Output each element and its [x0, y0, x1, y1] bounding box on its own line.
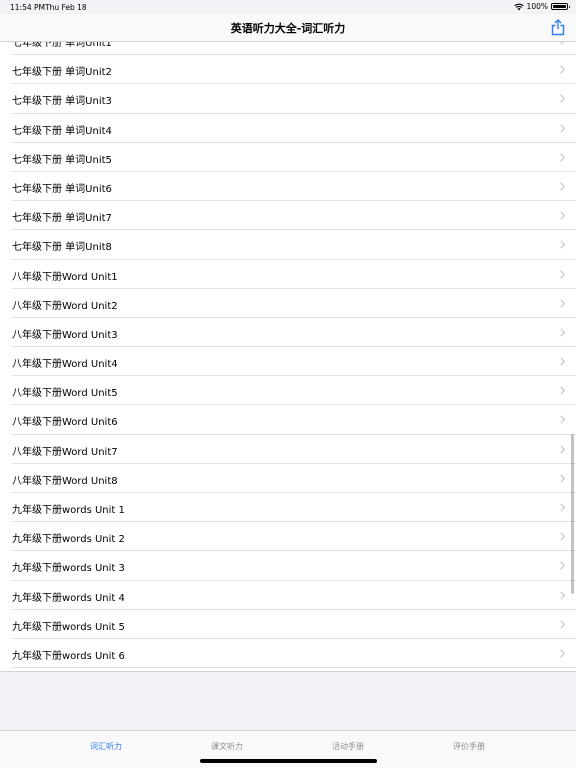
- chevron-right-icon: [560, 211, 565, 220]
- list-item[interactable]: 七年级下册 单词Unit6: [0, 172, 576, 202]
- tab-item[interactable]: 课文听力: [167, 741, 287, 752]
- chevron-right-icon: [560, 415, 565, 425]
- chevron-right-icon: [560, 620, 565, 629]
- battery-percent: 100%: [526, 2, 548, 11]
- list-item-label: 九年级下册words Unit 1: [12, 505, 125, 516]
- list-item-label: 七年级下册 单词Unit3: [12, 96, 112, 108]
- tab-item[interactable]: 词汇听力: [46, 741, 166, 752]
- list-item[interactable]: 九年级下册words Unit 4: [0, 581, 576, 610]
- list-item-label: 九年级下册words Unit 3: [12, 563, 125, 575]
- chevron-right-icon: [560, 299, 565, 308]
- chevron-right-icon: [560, 269, 565, 279]
- list-item-label: 九年级下册words Unit 6: [12, 650, 125, 662]
- list-item-label: 七年级下册 单词Unit1: [12, 42, 112, 49]
- tab-item[interactable]: 评价手册: [409, 741, 529, 752]
- list-item[interactable]: 八年级下册Word Unit5: [0, 376, 576, 406]
- chevron-right-icon: [560, 328, 565, 337]
- list-item-label: 八年级下册Word Unit7: [12, 446, 118, 458]
- chevron-right-icon: [560, 123, 565, 133]
- chevron-right-icon: [560, 240, 565, 249]
- list-item[interactable]: 八年级下册Word Unit2: [0, 289, 576, 319]
- list-item[interactable]: 七年级下册 单词Unit3: [0, 84, 576, 114]
- status-right: 100%: [513, 2, 570, 11]
- list-item[interactable]: 八年级下册Word Unit7: [0, 435, 576, 465]
- list-item[interactable]: 八年级下册Word Unit4: [0, 347, 576, 377]
- list-item[interactable]: 七年级下册 单词Unit4: [0, 114, 576, 143]
- chevron-right-icon: [560, 182, 565, 191]
- chevron-right-icon: [560, 561, 565, 570]
- status-time: 11:54 PM: [10, 3, 45, 12]
- unit-list[interactable]: 七年级下册 单词Unit1 七年级下册 单词Unit2 七年级下册 单词Unit3 七…: [0, 42, 576, 672]
- list-item[interactable]: 九年级下册words Unit 1: [0, 493, 576, 523]
- wifi-icon: [513, 3, 524, 10]
- chevron-right-icon: [560, 153, 565, 162]
- page-title: 英语听力大全-词汇听力: [230, 22, 346, 35]
- list-item-label: 七年级下册 单词Unit8: [12, 242, 112, 254]
- status-date: Thu Feb 18: [45, 3, 87, 12]
- chevron-right-icon: [560, 94, 565, 103]
- list-item[interactable]: 七年级下册 单词Unit5: [0, 143, 576, 173]
- scroll-indicator[interactable]: [571, 434, 574, 594]
- battery-icon: [551, 3, 570, 10]
- list-item-label: 七年级下册 单词Unit4: [12, 125, 112, 137]
- list-item[interactable]: 八年级下册Word Unit6: [0, 405, 576, 435]
- list-item[interactable]: 七年级下册 单词Unit8: [0, 230, 576, 260]
- list-item-label: 七年级下册 单词Unit7: [12, 213, 112, 225]
- chevron-right-icon: [560, 445, 565, 454]
- list-item[interactable]: 八年级下册Word Unit8: [0, 464, 576, 494]
- app-screen: 11:54 PM Thu Feb 18 100% 英语听力大全-词汇听力 七年级…: [0, 0, 576, 768]
- list-item[interactable]: 八年级下册Word Unit1: [0, 260, 576, 289]
- list-item-label: 七年级下册 单词Unit5: [12, 154, 112, 166]
- list-item[interactable]: 九年级下册words Unit 5: [0, 610, 576, 640]
- chevron-right-icon: [560, 386, 565, 395]
- list-item-label: 八年级下册Word Unit1: [12, 271, 118, 283]
- list-item[interactable]: 九年级下册words Unit 6: [0, 639, 576, 669]
- chevron-right-icon: [560, 590, 565, 600]
- list-item[interactable]: 七年级下册 单词Unit1: [0, 42, 576, 56]
- list-item[interactable]: 九年级下册words Unit 2: [0, 522, 576, 552]
- list-item[interactable]: 七年级下册 单词Unit2: [0, 55, 576, 85]
- list-item-label: 八年级下册Word Unit5: [12, 388, 118, 400]
- chevron-right-icon: [560, 65, 565, 74]
- chevron-right-icon: [560, 357, 565, 366]
- list-item-label: 九年级下册words Unit 4: [12, 592, 125, 604]
- home-indicator: [200, 759, 377, 763]
- chevron-right-icon: [560, 474, 565, 483]
- list-item[interactable]: 九年级下册words Unit 3: [0, 551, 576, 581]
- list-item-label: 八年级下册Word Unit2: [12, 300, 118, 312]
- list-item-label: 七年级下册 单词Unit2: [12, 67, 112, 79]
- list-item-label: 八年级下册Word Unit3: [12, 329, 118, 341]
- list-item[interactable]: 八年级下册Word Unit3: [0, 318, 576, 348]
- chevron-right-icon: [560, 503, 565, 512]
- list-item-label: 九年级下册words Unit 2: [12, 534, 125, 546]
- chevron-right-icon: [560, 532, 565, 541]
- list-item-label: 八年级下册Word Unit8: [12, 475, 118, 487]
- chevron-right-icon: [560, 42, 564, 45]
- list-item-label: 八年级下册Word Unit6: [12, 417, 118, 429]
- list-item[interactable]: 七年级下册 单词Unit7: [0, 201, 576, 231]
- status-bar: 11:54 PM Thu Feb 18 100%: [0, 0, 576, 14]
- share-icon[interactable]: [550, 19, 566, 36]
- list-item-label: 九年级下册words Unit 5: [12, 621, 125, 633]
- list-item-label: 七年级下册 单词Unit6: [12, 183, 112, 195]
- navigation-bar: 英语听力大全-词汇听力: [0, 14, 576, 42]
- tab-item[interactable]: 活动手册: [288, 741, 408, 752]
- list-item-label: 八年级下册Word Unit4: [12, 359, 118, 371]
- chevron-right-icon: [560, 649, 565, 658]
- unit-list-content: 七年级下册 单词Unit1 七年级下册 单词Unit2 七年级下册 单词Unit3 七…: [0, 42, 576, 669]
